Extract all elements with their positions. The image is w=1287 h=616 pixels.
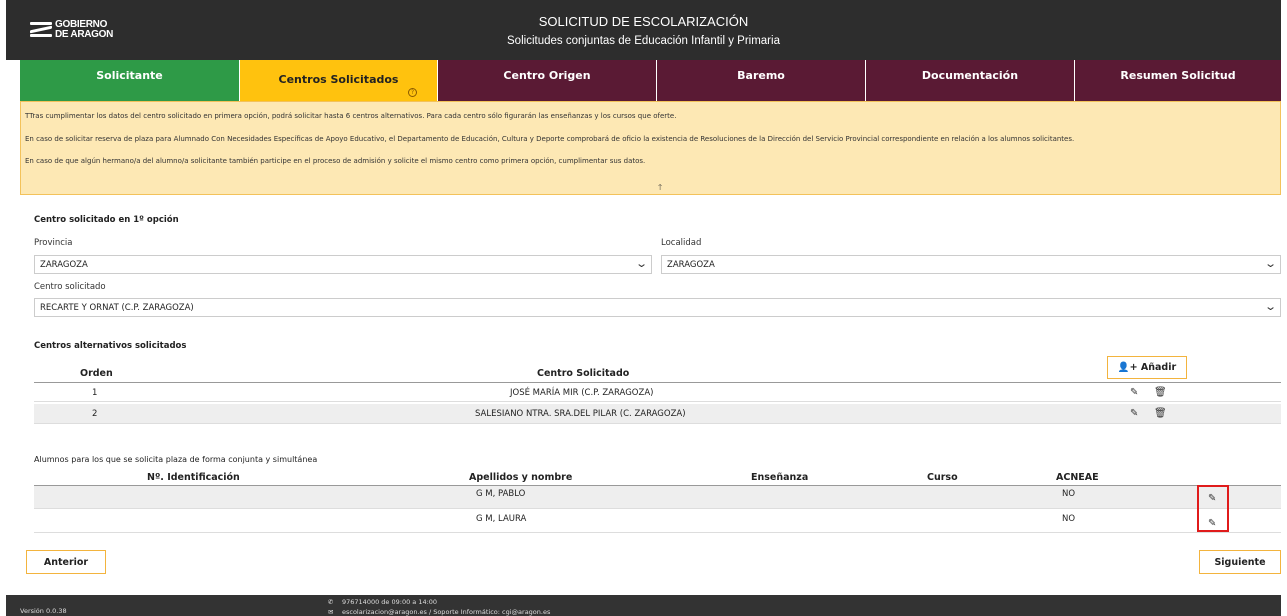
anterior-button[interactable]: Anterior xyxy=(26,550,106,574)
page: GOBIERNO DE ARAGON SOLICITUD DE ESCOLARI… xyxy=(6,0,1281,616)
col-acneae-header: ACNEAE xyxy=(1056,472,1099,483)
help-icon[interactable]: ? xyxy=(408,88,417,97)
provincia-value: ZARAGOZA xyxy=(40,260,88,270)
collapse-arrow-icon[interactable]: 🡑 xyxy=(658,182,662,196)
tab-centro-origen[interactable]: Centro Origen xyxy=(438,60,657,101)
provincia-label: Provincia xyxy=(34,238,73,248)
trash-icon[interactable]: 🗑 xyxy=(1154,408,1167,419)
localidad-value: ZARAGOZA xyxy=(667,260,715,270)
mail-icon: ✉ xyxy=(328,608,334,616)
localidad-select[interactable]: ZARAGOZA ⌄ xyxy=(661,255,1281,274)
version-text: Versión 0.0.38 xyxy=(20,607,67,615)
add-user-icon: 👤+ xyxy=(1117,362,1138,373)
tab-label: Centros Solicitados xyxy=(278,73,399,86)
phone-icon: ✆ xyxy=(328,598,334,606)
table-row: 1 JOSÉ MARÍA MIR (C.P. ZARAGOZA) ✎ 🗑 xyxy=(34,382,1281,402)
tab-label: Documentación xyxy=(921,69,1019,82)
table-row: G M, LAURA NO ✎ xyxy=(34,509,1281,533)
chevron-down-icon: ⌄ xyxy=(1263,300,1277,313)
trash-icon[interactable]: 🗑 xyxy=(1154,387,1167,398)
row-centro: JOSÉ MARÍA MIR (C.P. ZARAGOZA) xyxy=(510,388,654,398)
row-orden: 2 xyxy=(92,409,98,419)
add-button-label: Añadir xyxy=(1140,362,1177,373)
centro-value: RECARTE Y ORNAT (C.P. ZARAGOZA) xyxy=(40,303,194,313)
chevron-down-icon: ⌄ xyxy=(634,257,648,270)
tab-label: Resumen Solicitud xyxy=(1120,69,1236,82)
students-title: Alumnos para los que se solicita plaza d… xyxy=(34,455,318,464)
step-tabs: Solicitante Centros Solicitados? Centro … xyxy=(20,60,1281,101)
info-text-2: En caso de solicitar reserva de plaza pa… xyxy=(25,135,1075,143)
tab-label: Baremo xyxy=(737,69,785,82)
app-subtitle: Solicitudes conjuntas de Educación Infan… xyxy=(507,35,780,47)
first-option-title: Centro solicitado en 1º opción xyxy=(34,215,179,225)
student-acneae: NO xyxy=(1062,489,1076,499)
edit-icon[interactable]: ✎ xyxy=(1130,408,1138,419)
tab-baremo[interactable]: Baremo xyxy=(657,60,866,101)
email-text[interactable]: escolarizacion@aragon.es / Soporte Infor… xyxy=(342,608,550,616)
info-panel: TTras cumplimentar los datos del centro … xyxy=(20,101,1281,195)
alternatives-title: Centros alternativos solicitados xyxy=(34,341,187,351)
student-name: G M, PABLO xyxy=(476,489,526,499)
student-name: G M, LAURA xyxy=(476,514,527,524)
chevron-down-icon: ⌄ xyxy=(1263,257,1277,270)
siguiente-button[interactable]: Siguiente xyxy=(1199,550,1281,574)
table-row: G M, PABLO NO ✎ xyxy=(34,485,1281,509)
footer: Versión 0.0.38 ✆ 976714000 de 09:00 a 14… xyxy=(6,595,1281,616)
tab-documentacion[interactable]: Documentación xyxy=(866,60,1075,101)
edit-icon[interactable]: ✎ xyxy=(1130,387,1138,398)
col-name-header: Apellidos y nombre xyxy=(469,472,573,483)
add-center-button[interactable]: 👤+ Añadir xyxy=(1107,356,1187,379)
col-id-header: Nº. Identificación xyxy=(147,472,240,483)
tab-resumen-solicitud[interactable]: Resumen Solicitud xyxy=(1075,60,1281,101)
table-row: 2 SALESIANO NTRA. SRA.DEL PILAR (C. ZARA… xyxy=(34,404,1281,424)
info-text-1: TTras cumplimentar los datos del centro … xyxy=(25,112,677,120)
row-centro: SALESIANO NTRA. SRA.DEL PILAR (C. ZARAGO… xyxy=(475,409,686,419)
app-title: SOLICITUD DE ESCOLARIZACIÓN xyxy=(538,14,749,29)
highlight-box xyxy=(1197,485,1229,532)
centro-label: Centro solicitado xyxy=(34,282,106,292)
tab-label: Solicitante xyxy=(96,69,163,82)
col-ensenanza-header: Enseñanza xyxy=(751,472,809,483)
app-header: GOBIERNO DE ARAGON SOLICITUD DE ESCOLARI… xyxy=(6,0,1281,60)
student-acneae: NO xyxy=(1062,514,1076,524)
col-orden-header: Orden xyxy=(80,368,113,379)
provincia-select[interactable]: ZARAGOZA ⌄ xyxy=(34,255,652,274)
centro-select[interactable]: RECARTE Y ORNAT (C.P. ZARAGOZA) ⌄ xyxy=(34,298,1281,317)
col-centro-header: Centro Solicitado xyxy=(537,368,630,379)
tab-solicitante[interactable]: Solicitante xyxy=(20,60,240,101)
phone-text: 976714000 de 09:00 a 14:00 xyxy=(342,598,438,606)
info-text-3: En caso de que algún hermano/a del alumn… xyxy=(25,157,646,165)
tab-centros-solicitados[interactable]: Centros Solicitados? xyxy=(240,60,438,101)
row-orden: 1 xyxy=(92,388,98,398)
tab-label: Centro Origen xyxy=(503,69,591,82)
localidad-label: Localidad xyxy=(661,238,702,248)
col-curso-header: Curso xyxy=(927,472,958,483)
